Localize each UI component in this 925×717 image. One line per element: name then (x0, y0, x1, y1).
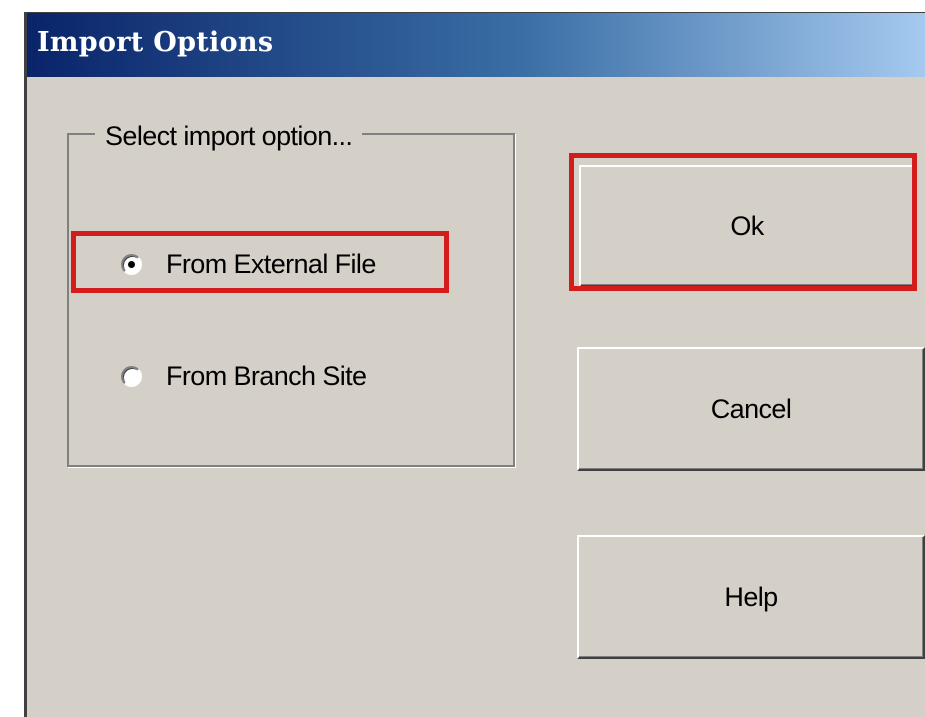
group-label: Select import option... (95, 121, 363, 152)
highlight-box-external-file (71, 231, 449, 293)
title-bar[interactable]: Import Options (27, 13, 925, 77)
cancel-button[interactable]: Cancel (577, 347, 925, 471)
help-button[interactable]: Help (577, 535, 925, 659)
import-options-dialog: Import Options Select import option... F… (24, 12, 925, 717)
radio-label-branch-site: From Branch Site (166, 361, 367, 391)
radio-unselected-icon[interactable] (121, 366, 142, 387)
highlight-box-ok (569, 153, 917, 291)
dialog-title: Import Options (37, 27, 274, 58)
import-option-group (67, 133, 515, 467)
radio-from-branch-site[interactable]: From Branch Site (121, 361, 367, 392)
